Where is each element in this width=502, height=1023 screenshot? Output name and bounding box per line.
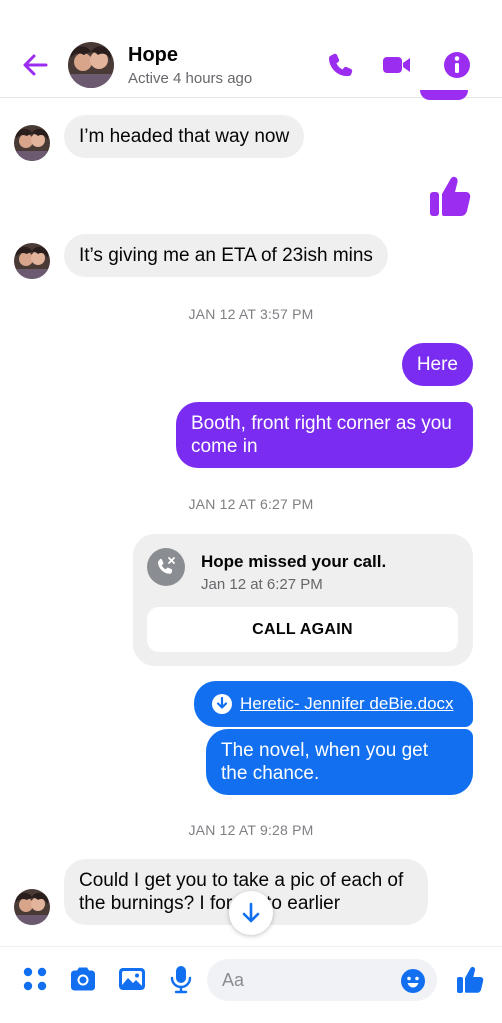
- message-composer: [0, 946, 502, 1023]
- info-icon[interactable]: [442, 50, 472, 80]
- file-name-link[interactable]: Heretic- Jennifer deBie.docx: [240, 694, 454, 714]
- sender-avatar[interactable]: [14, 243, 50, 279]
- incoming-message[interactable]: It’s giving me an ETA of 23ish mins: [64, 234, 388, 277]
- thumbs-up-icon[interactable]: [456, 964, 486, 994]
- call-again-button[interactable]: CALL AGAIN: [147, 607, 458, 652]
- timestamp: JAN 12 AT 6:27 PM: [188, 496, 314, 512]
- contact-avatar[interactable]: [68, 42, 114, 88]
- previous-bubble-edge: [420, 90, 468, 100]
- timestamp: JAN 12 AT 3:57 PM: [188, 306, 314, 322]
- camera-icon[interactable]: [68, 964, 98, 994]
- download-icon: [212, 694, 232, 714]
- sender-avatar[interactable]: [14, 125, 50, 161]
- four-dots-icon[interactable]: [20, 964, 50, 994]
- image-gallery-icon[interactable]: [117, 964, 147, 994]
- file-attachment[interactable]: Heretic- Jennifer deBie.docx: [194, 681, 473, 727]
- outgoing-message[interactable]: Booth, front right corner as you come in: [176, 402, 473, 468]
- message-line: the burnings? I for: [79, 893, 233, 914]
- incoming-message[interactable]: I’m headed that way now: [64, 115, 305, 158]
- outgoing-message[interactable]: Here: [401, 343, 473, 386]
- missed-call-time: Jan 12 at 6:27 PM: [201, 576, 323, 593]
- phone-icon[interactable]: [326, 50, 356, 80]
- active-status: Active 4 hours ago: [128, 70, 253, 87]
- message-line: to earlier: [266, 893, 341, 914]
- missed-call-title: Hope missed your call.: [201, 552, 387, 571]
- arrow-down-icon: [242, 902, 260, 923]
- scroll-to-bottom-button[interactable]: [229, 891, 273, 935]
- video-camera-icon[interactable]: [382, 50, 412, 80]
- missed-call-icon: [147, 548, 185, 586]
- contact-name[interactable]: Hope: [128, 44, 178, 67]
- microphone-icon[interactable]: [166, 964, 196, 994]
- thumbs-up-icon[interactable]: [428, 172, 474, 218]
- message-line: Could I get you to take a pic of each of: [79, 870, 404, 891]
- missed-call-card: Hope missed your call. Jan 12 at 6:27 PM…: [133, 534, 473, 666]
- outgoing-message[interactable]: The novel, when you get the chance.: [206, 729, 473, 795]
- conversation-header: Hope Active 4 hours ago: [0, 0, 502, 100]
- back-arrow-icon[interactable]: [20, 50, 50, 80]
- timestamp: JAN 12 AT 9:28 PM: [188, 822, 314, 838]
- sender-avatar[interactable]: [14, 889, 50, 925]
- smiley-icon[interactable]: [400, 968, 426, 994]
